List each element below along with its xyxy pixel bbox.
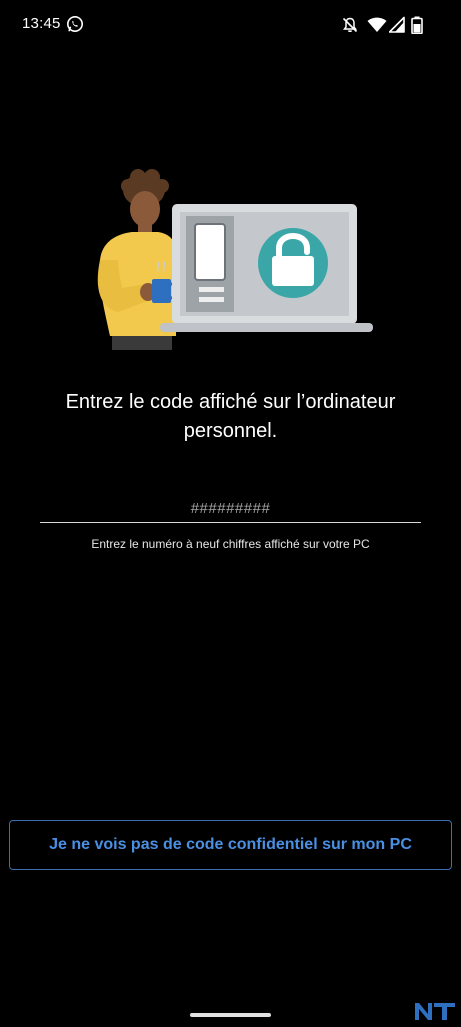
- wifi-icon: [367, 17, 387, 32]
- code-input[interactable]: [40, 494, 421, 523]
- home-indicator[interactable]: [190, 1013, 271, 1017]
- silent-alarm-icon: [342, 17, 358, 33]
- battery-icon: [411, 16, 423, 34]
- watermark-logo-icon: [413, 1000, 457, 1022]
- status-bar: 13:45: [0, 0, 461, 52]
- status-time: 13:45: [22, 15, 61, 32]
- person-laptop-lock-illustration: [78, 168, 378, 358]
- whatsapp-icon: [66, 15, 84, 33]
- helper-text: Entrez le numéro à neuf chiffres affiché…: [91, 537, 370, 551]
- page-title: Entrez le code affiché sur l’ordinateur …: [65, 391, 396, 442]
- status-icons: [341, 16, 431, 34]
- signal-icon: [389, 16, 405, 33]
- no-code-button[interactable]: Je ne vois pas de code confidentiel sur …: [9, 820, 452, 870]
